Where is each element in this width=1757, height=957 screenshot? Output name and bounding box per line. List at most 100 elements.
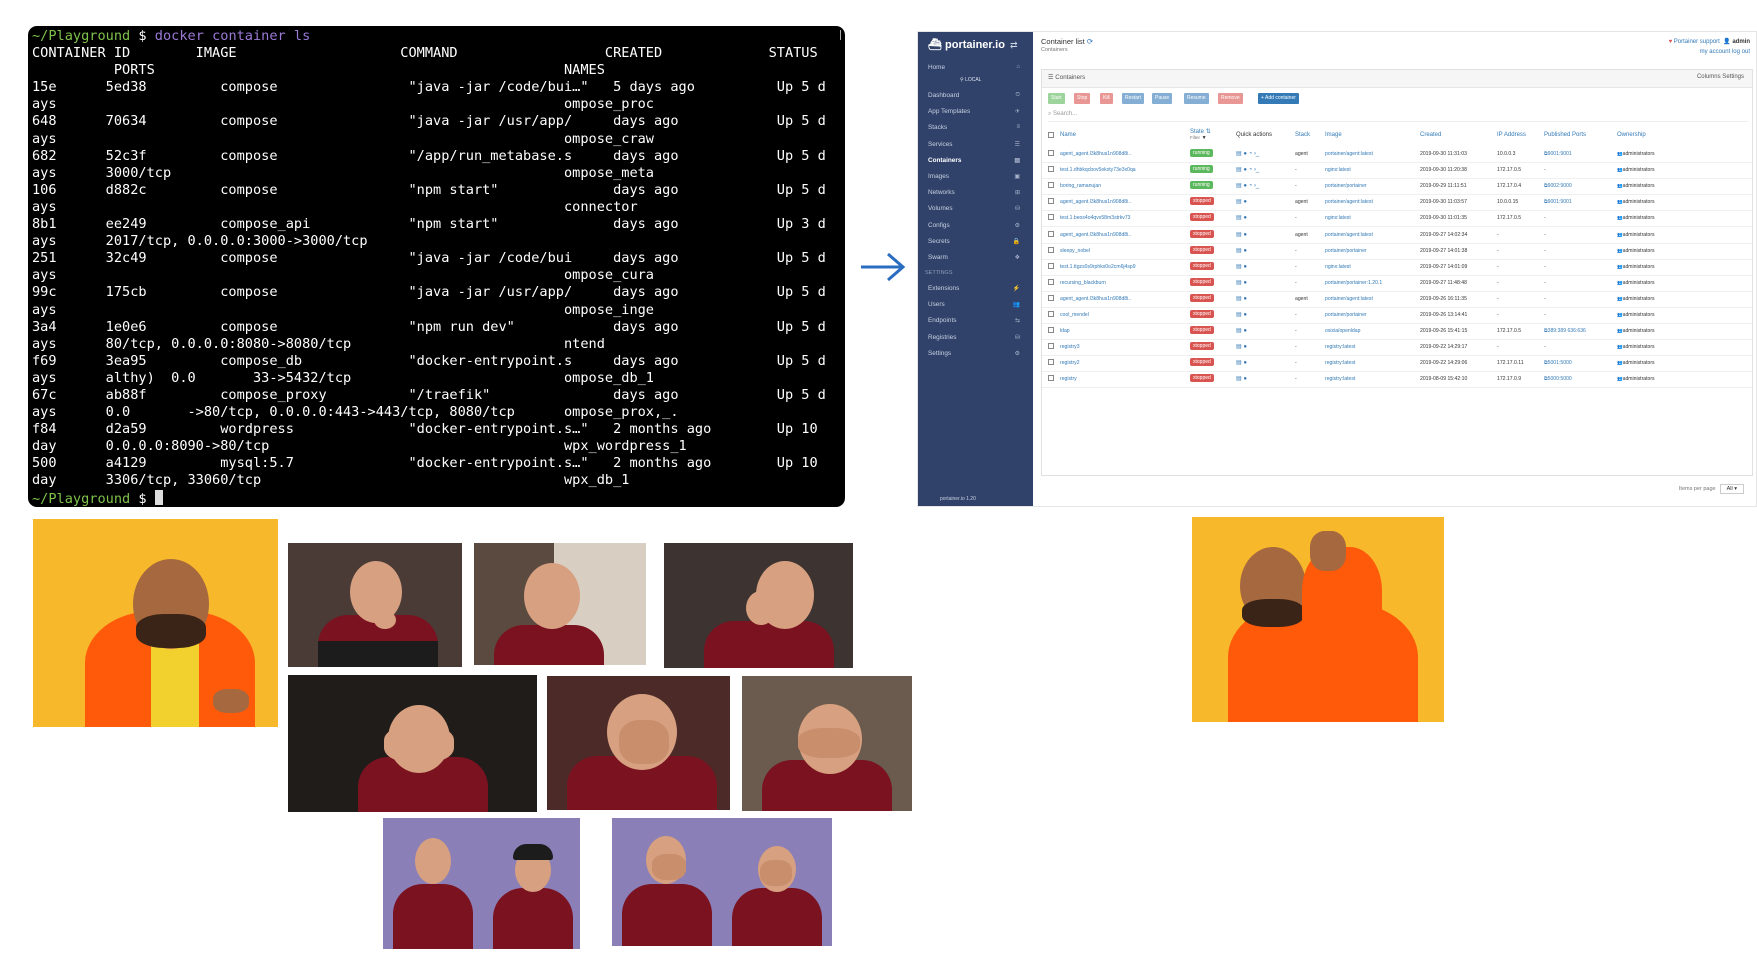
sidebar-item-extensions[interactable]: Extensions ⚡	[928, 285, 1028, 292]
container-name-link[interactable]: registry2	[1060, 360, 1185, 366]
row-checkbox[interactable]	[1048, 311, 1054, 317]
sidebar-item-home[interactable]: Home ⌂	[928, 64, 1028, 71]
published-ports[interactable]: ⧉9002:9000	[1544, 183, 1614, 190]
image-link[interactable]: portainer/agent:latest	[1325, 232, 1417, 238]
image-link[interactable]: nginx:latest	[1325, 215, 1417, 221]
inspect-icon[interactable]: ●	[1243, 344, 1247, 350]
inspect-icon[interactable]: ●	[1243, 360, 1247, 366]
container-name-link[interactable]: agent_agent.l3k8hus1n908d8i..	[1060, 296, 1185, 302]
image-link[interactable]: portainer/portainer	[1325, 183, 1417, 189]
column-ip[interactable]: IP Address	[1497, 132, 1526, 138]
container-name-link[interactable]: test.1.dhbkqcbov5ekxty73e3x0qa	[1060, 167, 1185, 173]
sidebar-item-dashboard[interactable]: Dashboard ⏲	[928, 92, 1028, 99]
table-row[interactable]: test.1.ttgzs0s9rphkx0o2cm6j4sp9 stopped ▤ …	[1042, 259, 1752, 276]
sidebar-item-settings[interactable]: Settings ⚙	[928, 350, 1028, 357]
published-ports[interactable]: ⧉5001:5000	[1544, 360, 1614, 367]
sidebar-item-secrets[interactable]: Secrets 🔒	[928, 238, 1028, 245]
row-checkbox[interactable]	[1048, 166, 1054, 173]
inspect-icon[interactable]: ●	[1243, 328, 1247, 334]
inspect-icon[interactable]: ●	[1243, 280, 1247, 286]
resume-button[interactable]: Resume	[1184, 93, 1209, 104]
quick-actions[interactable]: ▤ ●	[1236, 263, 1247, 270]
table-row[interactable]: boring_ramanujan running ▤ ● ◔ ›_ - portain…	[1042, 178, 1752, 196]
table-row[interactable]: test.1.dhbkqcbov5ekxty73e3x0qa running ▤ ●…	[1042, 162, 1752, 180]
quick-actions[interactable]: ▤ ●	[1236, 247, 1247, 254]
container-name-link[interactable]: cool_mendel	[1060, 312, 1185, 318]
table-row[interactable]: registry stopped ▤ ● - registry:latest 2019-…	[1042, 371, 1752, 389]
container-name-link[interactable]: agent_agent.l3k8hus1n908d8i..	[1060, 232, 1185, 238]
image-link[interactable]: registry:latest	[1325, 344, 1417, 350]
image-link[interactable]: portainer/agent:latest	[1325, 296, 1417, 302]
sidebar-item-swarm[interactable]: Swarm ❖	[928, 254, 1028, 261]
row-checkbox[interactable]	[1048, 198, 1054, 205]
row-checkbox[interactable]	[1048, 327, 1054, 334]
quick-actions[interactable]: ▤ ●	[1236, 311, 1247, 318]
row-checkbox[interactable]	[1048, 214, 1054, 221]
sidebar-item-app-templates[interactable]: App Templates ✈	[928, 108, 1028, 115]
portainer-logo[interactable]: ⛴ portainer.io	[928, 38, 1005, 51]
table-row[interactable]: agent_agent.l3k8hus1n908d8i.. stopped ▤ ● …	[1042, 194, 1752, 212]
restart-button[interactable]: Restart	[1122, 93, 1145, 104]
image-link[interactable]: portainer/agent:latest	[1325, 199, 1417, 205]
published-ports[interactable]: ⧉5000:5000	[1544, 376, 1614, 383]
container-name-link[interactable]: boring_ramanujan	[1060, 183, 1185, 189]
row-checkbox[interactable]	[1048, 294, 1054, 301]
image-link[interactable]: osixia/openldap	[1325, 328, 1417, 334]
inspect-icon[interactable]: ●	[1243, 296, 1247, 302]
column-stack[interactable]: Stack	[1295, 132, 1310, 138]
table-row[interactable]: cool_mendel stopped ▤ ● - portainer/portain…	[1042, 307, 1752, 324]
container-name-link[interactable]: agent_agent.l3k8hus1n908d8i..	[1060, 199, 1185, 205]
add-container-button[interactable]: + Add container	[1258, 93, 1299, 104]
row-checkbox[interactable]	[1048, 278, 1054, 285]
image-link[interactable]: nginx:latest	[1325, 167, 1417, 173]
image-link[interactable]: portainer/agent:latest	[1325, 151, 1417, 157]
quick-actions[interactable]: ▤ ● ◔ ›_	[1236, 150, 1259, 157]
sidebar-item-networks[interactable]: Networks ⊞	[928, 189, 1028, 196]
image-link[interactable]: registry:latest	[1325, 360, 1417, 366]
container-name-link[interactable]: test.1.ttgzs0s9rphkx0o2cm6j4sp9	[1060, 264, 1185, 270]
quick-actions[interactable]: ▤ ●	[1236, 231, 1247, 238]
sidebar-toggle-icon[interactable]: ⇄	[1010, 40, 1018, 51]
row-checkbox[interactable]	[1048, 182, 1054, 189]
inspect-icon[interactable]: ●	[1243, 248, 1247, 254]
search-input[interactable]: ⌕ Search...	[1048, 111, 1748, 122]
sidebar-item-users[interactable]: Users 👥	[928, 301, 1028, 308]
table-row[interactable]: agent_agent.l3k8hus1n908d8i.. stopped ▤ ● …	[1042, 291, 1752, 308]
image-link[interactable]: portainer/portainer	[1325, 312, 1417, 318]
terminal-cursor[interactable]	[154, 489, 163, 505]
kill-button[interactable]: Kill	[1100, 93, 1113, 104]
quick-actions[interactable]: ▤ ●	[1236, 375, 1247, 382]
account-links[interactable]: my account log out	[1700, 49, 1750, 55]
pause-button[interactable]: Pause	[1152, 93, 1173, 104]
sidebar-item-stacks[interactable]: Stacks ≡	[928, 124, 1028, 131]
quick-actions[interactable]: ▤ ●	[1236, 198, 1247, 205]
inspect-icon[interactable]: ●	[1243, 232, 1247, 238]
container-name-link[interactable]: agent_agent.l3k8hus1n908d8i..	[1060, 151, 1185, 157]
select-all-checkbox[interactable]	[1048, 132, 1054, 138]
row-checkbox[interactable]	[1048, 246, 1054, 253]
table-row[interactable]: agent_agent.l3k8hus1n908d8i.. running ▤ ● …	[1042, 146, 1752, 163]
items-per-page-select[interactable]: All ▾	[1719, 484, 1744, 494]
table-row[interactable]: registry2 stopped ▤ ● - registry:latest 2019…	[1042, 355, 1752, 373]
table-row[interactable]: test.1.beos4o4qvx58m3strkv73 stopped ▤ ● -…	[1042, 210, 1752, 228]
table-row[interactable]: ldap stopped ▤ ● - osixia/openldap 2019-09-2…	[1042, 323, 1752, 341]
column-ports[interactable]: Published Ports	[1544, 132, 1586, 138]
container-name-link[interactable]: test.1.beos4o4qvx58m3strkv73	[1060, 215, 1185, 221]
stop-button[interactable]: Stop	[1074, 93, 1091, 104]
row-checkbox[interactable]	[1048, 359, 1054, 366]
table-row[interactable]: recursing_blackburn stopped ▤ ● - portainer…	[1042, 275, 1752, 292]
sidebar-item-registries[interactable]: Registries ⛁	[928, 334, 1028, 341]
table-row[interactable]: registry3 stopped ▤ ● - registry:latest 2019…	[1042, 339, 1752, 357]
support-link[interactable]: ♥ Portainer support	[1669, 39, 1720, 45]
quick-actions[interactable]: ▤ ●	[1236, 327, 1247, 334]
inspect-icon[interactable]: ●	[1243, 199, 1247, 205]
console-icon[interactable]: ›_	[1254, 151, 1259, 157]
container-name-link[interactable]: ldap	[1060, 328, 1185, 334]
quick-actions[interactable]: ▤ ●	[1236, 343, 1247, 350]
published-ports[interactable]: ⧉9001:9001	[1544, 151, 1614, 158]
sidebar-item-containers[interactable]: Containers ▤	[928, 157, 1028, 164]
scroll-indicator[interactable]	[840, 30, 841, 40]
container-name-link[interactable]: sleepy_nobel	[1060, 248, 1185, 254]
quick-actions[interactable]: ▤ ●	[1236, 279, 1247, 286]
start-button[interactable]: Start	[1048, 93, 1065, 104]
